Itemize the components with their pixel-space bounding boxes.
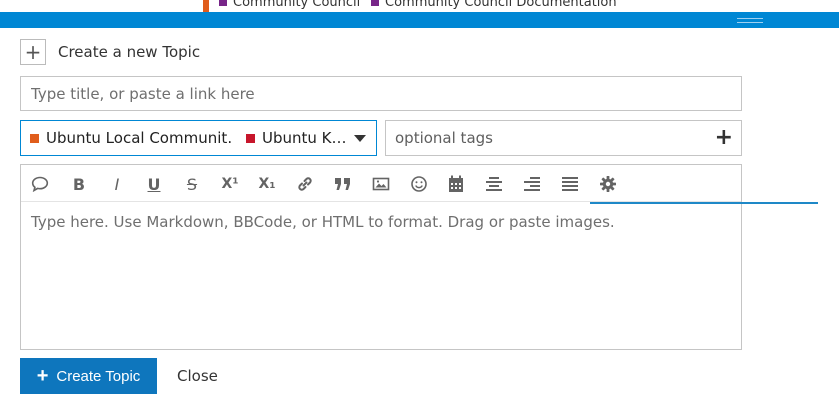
caret-down-icon: [354, 135, 366, 142]
category-chooser[interactable]: Ubuntu Local Communit… Ubuntu K…: [20, 120, 377, 156]
strikethrough-icon[interactable]: S: [179, 173, 205, 195]
category-badge-icon: [219, 0, 227, 6]
editor: B I U S X¹ X₁ Type here. Use Markdown, B…: [20, 164, 742, 350]
preview-divider: [590, 202, 818, 204]
child-category: Ubuntu K…: [232, 129, 350, 147]
gear-icon[interactable]: [595, 173, 621, 195]
align-center-icon[interactable]: [481, 173, 507, 195]
editor-placeholder: Type here. Use Markdown, BBCode, or HTML…: [31, 213, 615, 231]
underline-icon[interactable]: U: [141, 173, 167, 195]
strike-label: S: [186, 174, 198, 194]
blockquote-icon[interactable]: [330, 173, 356, 195]
create-topic-button[interactable]: + Create Topic: [20, 358, 157, 394]
composer-action-title: Create a new Topic: [58, 43, 201, 61]
italic-icon[interactable]: I: [104, 173, 130, 195]
background-category-link[interactable]: Community Council: [219, 0, 360, 10]
category-badge-icon: [371, 0, 379, 6]
create-topic-label: Create Topic: [56, 367, 141, 385]
background-category-link[interactable]: Community Council Documentation: [371, 0, 617, 10]
image-icon[interactable]: [368, 173, 394, 195]
align-justify-icon[interactable]: [557, 173, 583, 195]
superscript-icon[interactable]: X¹: [217, 173, 243, 195]
parent-category-label: Ubuntu Local Communit…: [46, 129, 232, 147]
subscript-icon[interactable]: X₁: [254, 173, 280, 195]
category-badge-icon: [30, 133, 39, 143]
plus-icon: +: [36, 365, 49, 387]
quote-bubble-icon[interactable]: [27, 173, 53, 195]
close-link[interactable]: Close: [177, 367, 218, 385]
italic-label: I: [114, 174, 120, 194]
plus-icon[interactable]: +: [20, 39, 46, 65]
category-badge-icon: [246, 133, 255, 143]
editor-toolbar: B I U S X¹ X₁: [21, 165, 741, 202]
calendar-icon[interactable]: [443, 173, 469, 195]
subscript-label: X₁: [258, 176, 276, 192]
parent-category: Ubuntu Local Communit…: [21, 129, 232, 147]
category-label: Community Council: [233, 0, 361, 10]
underline-label: U: [147, 174, 161, 194]
emoji-icon[interactable]: [406, 173, 432, 195]
plus-icon: +: [714, 125, 733, 150]
link-icon[interactable]: [292, 173, 318, 195]
resize-grip-icon[interactable]: [737, 18, 763, 23]
background-page-strip: Community Council Community Council Docu…: [0, 0, 839, 12]
tag-chooser[interactable]: optional tags +: [385, 120, 742, 156]
bold-label: B: [72, 174, 86, 194]
child-category-label: Ubuntu K…: [262, 129, 347, 147]
align-right-icon[interactable]: [519, 173, 545, 195]
composer-grippie[interactable]: [0, 12, 839, 28]
bold-icon[interactable]: B: [66, 173, 92, 195]
category-label: Community Council Documentation: [385, 0, 617, 10]
topic-title-input[interactable]: [20, 76, 742, 111]
category-color-bar: [203, 0, 209, 12]
tag-chooser-placeholder: optional tags: [395, 129, 493, 147]
superscript-label: X¹: [221, 176, 239, 192]
editor-textarea[interactable]: Type here. Use Markdown, BBCode, or HTML…: [21, 202, 741, 349]
